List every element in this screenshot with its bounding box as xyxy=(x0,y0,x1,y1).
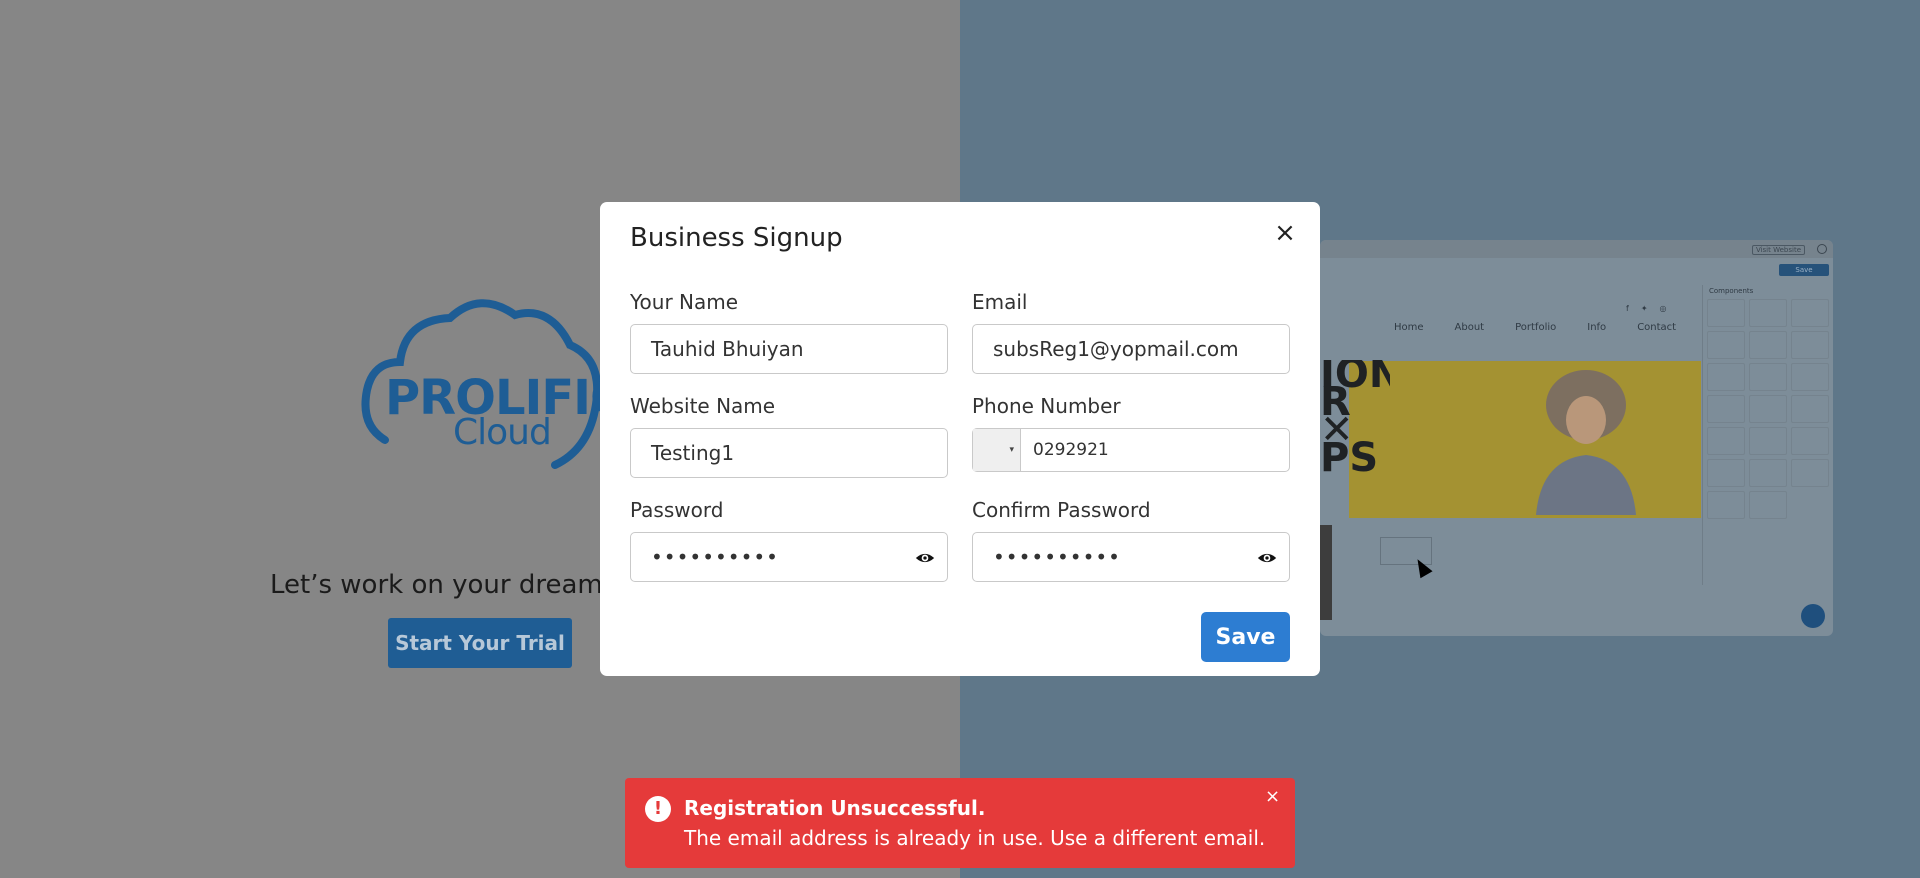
name-field[interactable]: Tauhid Bhuiyan xyxy=(630,324,948,374)
website-value: Testing1 xyxy=(651,441,735,465)
component-tile xyxy=(1707,395,1745,423)
component-tile xyxy=(1707,331,1745,359)
phone-number-input[interactable]: 0292921 xyxy=(1021,429,1289,471)
component-tile xyxy=(1791,395,1829,423)
preview-user-icon xyxy=(1817,244,1827,254)
component-tile xyxy=(1749,427,1787,455)
component-tile xyxy=(1707,491,1745,519)
modal-title: Business Signup xyxy=(630,223,843,253)
instagram-icon: ◎ xyxy=(1659,304,1667,313)
website-name-field[interactable]: Testing1 xyxy=(630,428,948,478)
business-signup-modal: Business Signup × Your Name Tauhid Bhuiy… xyxy=(600,202,1320,676)
confirm-password-label: Confirm Password xyxy=(972,498,1151,522)
toast-title: Registration Unsuccessful. xyxy=(684,796,986,820)
password-label: Password xyxy=(630,498,724,522)
hero-person-image xyxy=(1536,370,1636,515)
preview-dark-image xyxy=(1320,525,1332,620)
component-tile xyxy=(1707,459,1745,487)
component-tile xyxy=(1791,427,1829,455)
close-icon[interactable]: × xyxy=(1270,218,1300,248)
confirm-password-value: •••••••••• xyxy=(993,545,1121,569)
component-tile xyxy=(1791,299,1829,327)
component-tile xyxy=(1791,363,1829,391)
country-code-dropdown[interactable]: ▾ xyxy=(973,429,1021,471)
twitter-icon: ✦ xyxy=(1640,304,1648,313)
password-field[interactable]: •••••••••• xyxy=(630,532,948,582)
phone-label: Phone Number xyxy=(972,394,1121,418)
preview-chat-icon xyxy=(1801,604,1825,628)
preview-social-icons: f ✦ ◎ xyxy=(1626,304,1667,313)
phone-field: ▾ 0292921 xyxy=(972,428,1290,472)
logo-text-cloud: Cloud xyxy=(453,412,552,453)
eye-icon[interactable] xyxy=(915,548,935,568)
preview-nav-item: Info xyxy=(1587,322,1607,333)
preview-visit-website: Visit Website xyxy=(1751,245,1805,255)
alert-icon: ! xyxy=(645,796,671,822)
component-tile xyxy=(1749,459,1787,487)
preview-hero-text: ION R ✕ PS xyxy=(1320,360,1390,472)
preview-nav-item: Home xyxy=(1394,322,1424,333)
error-toast: ! Registration Unsuccessful. The email a… xyxy=(625,778,1295,868)
eye-icon[interactable] xyxy=(1257,548,1277,568)
email-label: Email xyxy=(972,290,1028,314)
preview-components-grid xyxy=(1707,299,1829,519)
component-tile xyxy=(1791,459,1829,487)
component-tile xyxy=(1749,363,1787,391)
phone-value: 0292921 xyxy=(1033,440,1109,460)
component-tile xyxy=(1749,331,1787,359)
close-icon[interactable]: × xyxy=(1265,786,1280,807)
start-trial-button[interactable]: Start Your Trial xyxy=(388,618,572,668)
component-tile xyxy=(1707,363,1745,391)
name-value: Tauhid Bhuiyan xyxy=(651,337,804,361)
toast-message: The email address is already in use. Use… xyxy=(684,826,1266,850)
preview-hero-banner xyxy=(1349,361,1701,518)
component-tile xyxy=(1749,395,1787,423)
component-tile xyxy=(1749,299,1787,327)
preview-hero-heading: ION R ✕ PS xyxy=(1320,360,1390,472)
component-tile xyxy=(1707,427,1745,455)
website-builder-preview: Visit Website Save f ✦ ◎ Home About Port… xyxy=(1320,240,1833,636)
preview-save-button: Save xyxy=(1779,264,1829,276)
component-tile xyxy=(1749,491,1787,519)
prolific-cloud-logo: PROLIFIC Cloud xyxy=(355,290,625,480)
name-label: Your Name xyxy=(630,290,739,314)
preview-components-panel: Components xyxy=(1702,285,1833,585)
tagline: Let’s work on your dream w xyxy=(270,570,615,600)
component-tile xyxy=(1791,331,1829,359)
website-label: Website Name xyxy=(630,394,776,418)
preview-nav-item: About xyxy=(1454,322,1485,333)
email-value: subsReg1@yopmail.com xyxy=(993,337,1239,361)
component-tile xyxy=(1707,299,1745,327)
password-value: •••••••••• xyxy=(651,545,779,569)
confirm-password-field[interactable]: •••••••••• xyxy=(972,532,1290,582)
preview-nav-item: Portfolio xyxy=(1515,322,1557,333)
preview-components-title: Components xyxy=(1709,287,1754,295)
email-field[interactable]: subsReg1@yopmail.com xyxy=(972,324,1290,374)
facebook-icon: f xyxy=(1626,304,1629,313)
preview-nav: Home About Portfolio Info Contact xyxy=(1394,322,1676,333)
save-button[interactable]: Save xyxy=(1201,612,1290,662)
preview-nav-item: Contact xyxy=(1637,322,1677,333)
chevron-down-icon: ▾ xyxy=(1009,445,1014,455)
